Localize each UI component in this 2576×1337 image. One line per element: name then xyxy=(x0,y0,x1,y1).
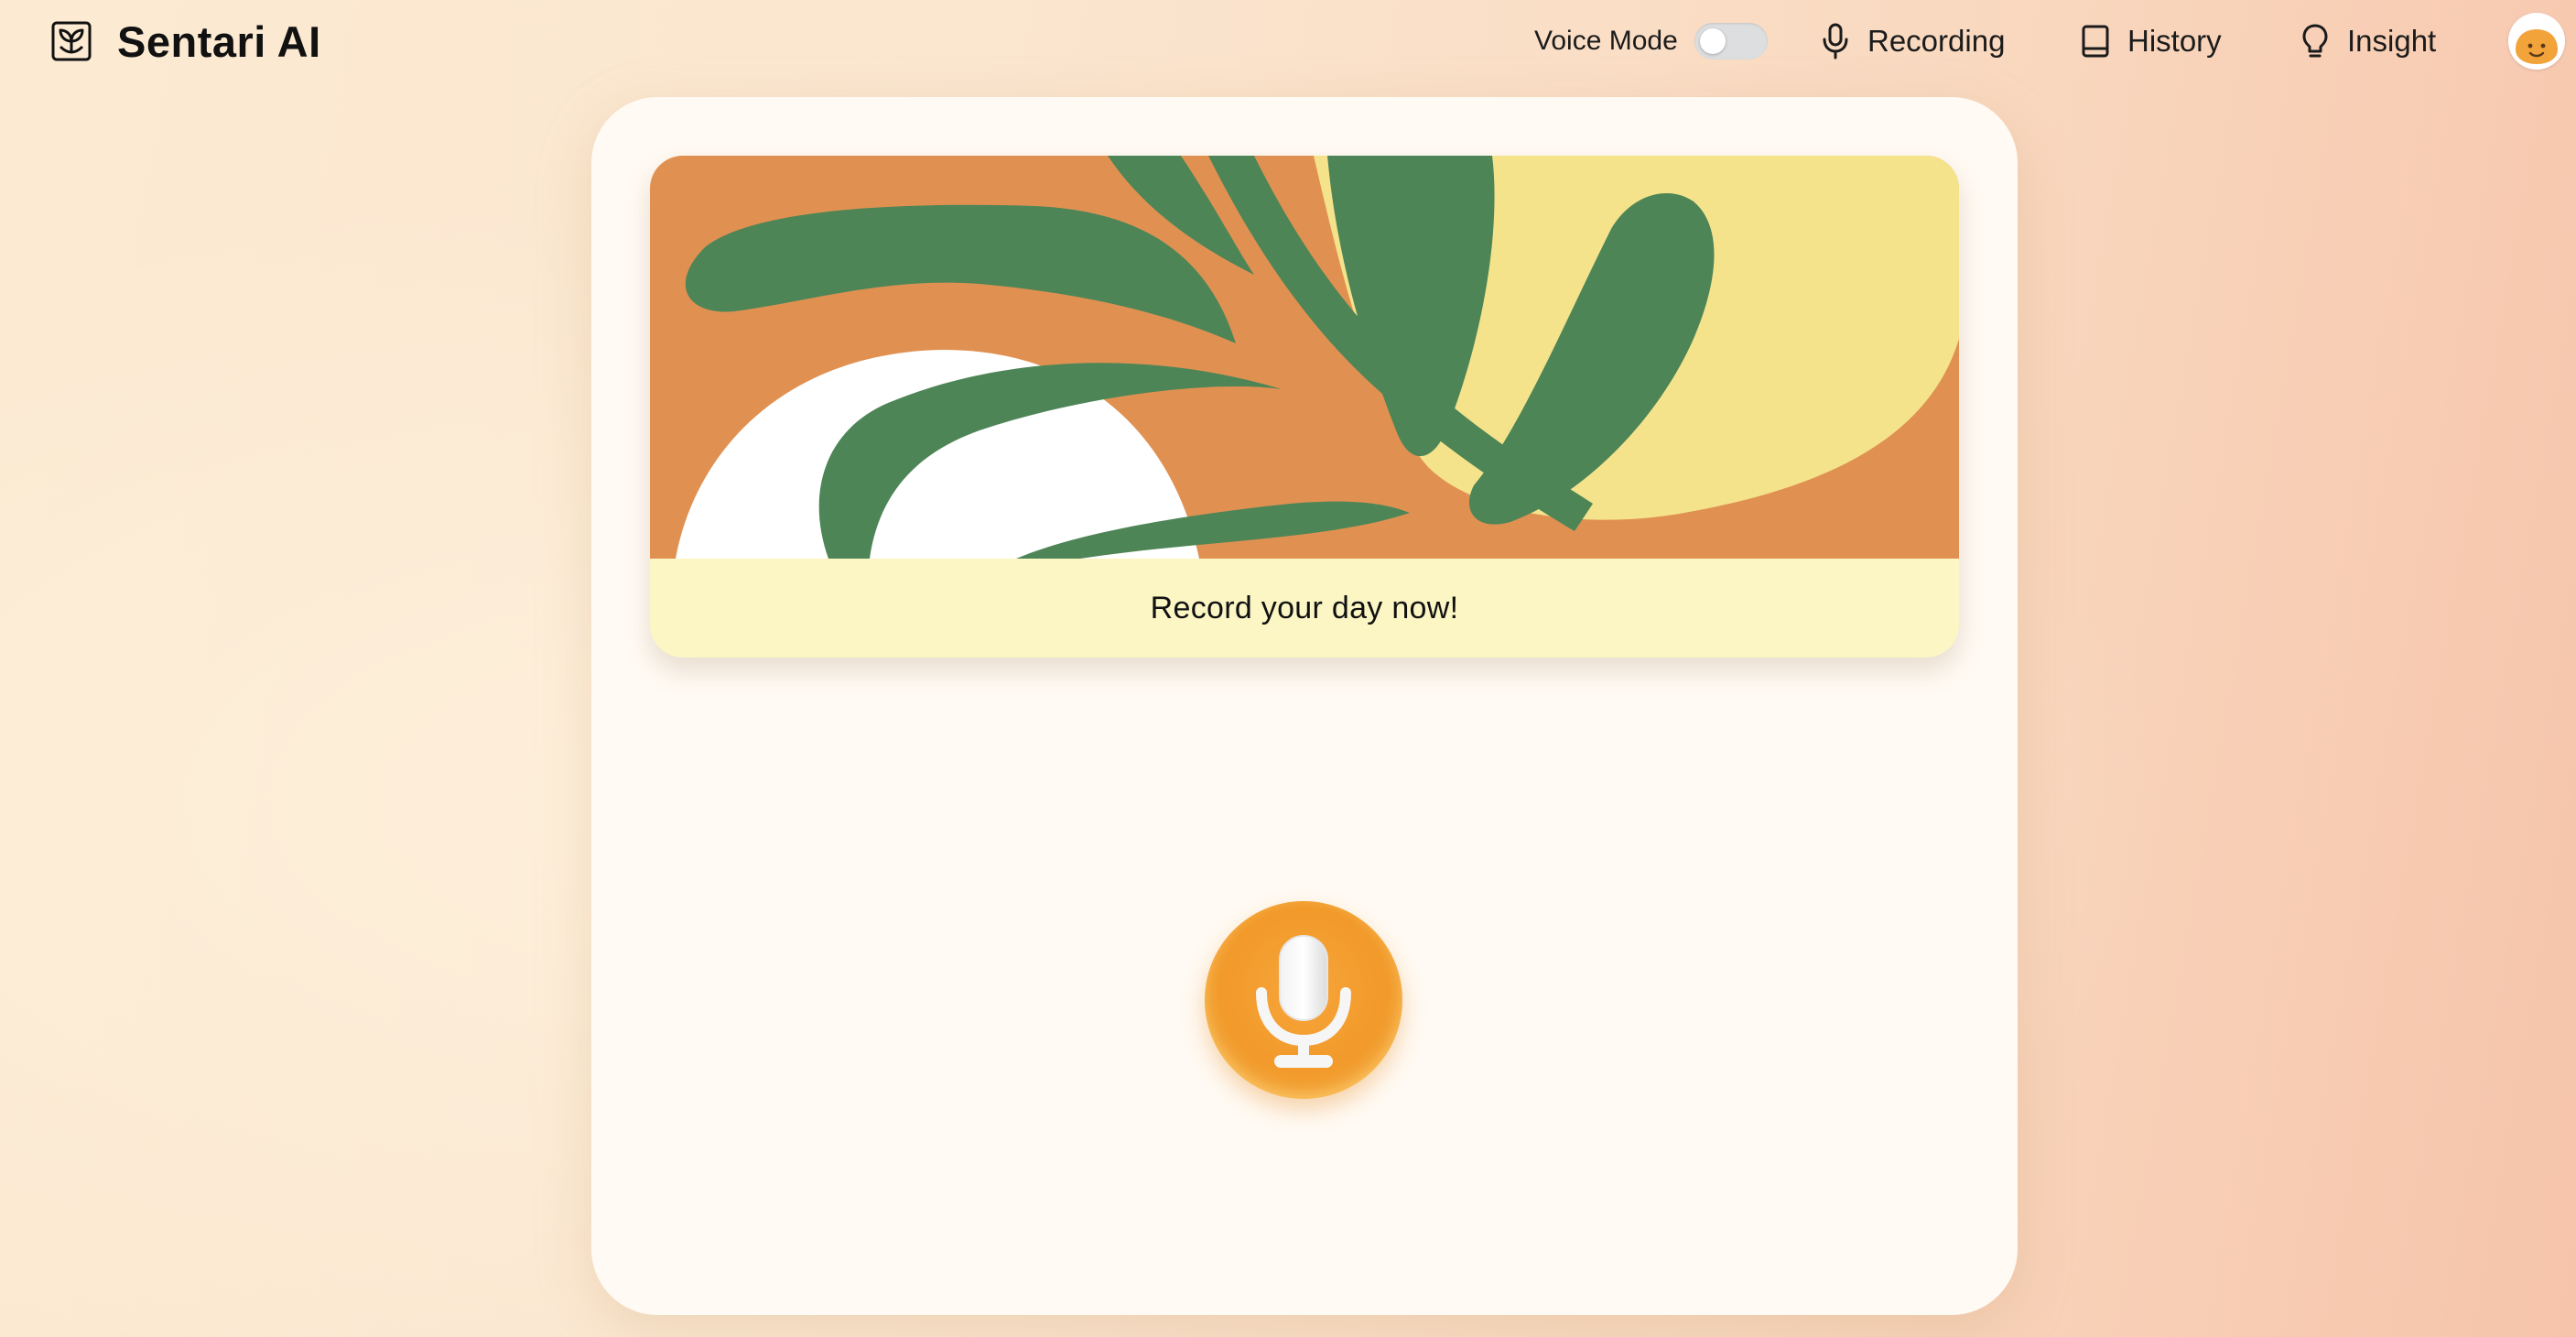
abstract-leaf-illustration xyxy=(650,156,1959,559)
toggle-knob xyxy=(1699,28,1726,54)
voice-mode-label: Voice Mode xyxy=(1534,26,1678,56)
record-button[interactable] xyxy=(1205,901,1402,1099)
nav-recording-label: Recording xyxy=(1867,24,2006,58)
lightbulb-icon xyxy=(2302,24,2328,58)
nav-history[interactable]: History xyxy=(2078,13,2222,70)
voice-mode-toggle[interactable] xyxy=(1694,23,1768,60)
microphone-icon xyxy=(1823,23,1848,60)
voice-mode-control: Voice Mode xyxy=(1534,13,1768,70)
top-bar: Sentari AI Voice Mode Recording History … xyxy=(0,0,2576,82)
nav-recording[interactable]: Recording xyxy=(1818,13,2005,70)
nav-insight-label: Insight xyxy=(2347,24,2437,58)
app-title: Sentari AI xyxy=(117,16,321,66)
banner-caption: Record your day now! xyxy=(650,559,1959,658)
book-icon xyxy=(2082,25,2109,58)
leaf-book-icon xyxy=(51,21,92,61)
record-prompt-banner[interactable]: Record your day now! xyxy=(650,156,1959,658)
main-card: Record your day now! xyxy=(591,97,2018,1315)
nav-history-label: History xyxy=(2127,24,2222,58)
avatar[interactable] xyxy=(2508,13,2565,70)
nav-insight[interactable]: Insight xyxy=(2298,13,2436,70)
microphone-icon xyxy=(1256,935,1351,1068)
smiley-avatar-icon xyxy=(2508,13,2565,70)
brand[interactable]: Sentari AI xyxy=(49,16,321,66)
